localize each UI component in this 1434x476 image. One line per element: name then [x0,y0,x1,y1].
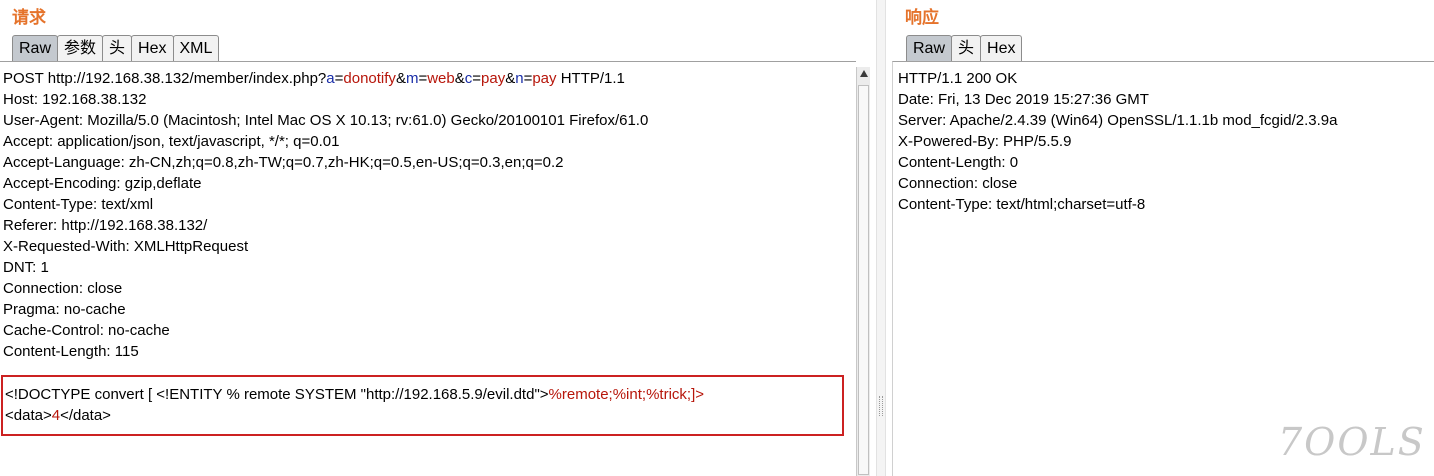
header-line: DNT: 1 [3,259,49,276]
response-editor[interactable]: HTTP/1.1 200 OK Date: Fri, 13 Dec 2019 1… [892,61,1434,476]
tab-hex[interactable]: Hex [980,35,1023,61]
request-pane: 请求 Raw 参数 头 Hex XML POST http://192.168.… [0,0,870,476]
scroll-thumb[interactable] [858,85,869,475]
pane-splitter[interactable] [876,0,886,476]
watermark-logo: 7OOLS [1278,418,1428,474]
tab-headers[interactable]: 头 [951,35,982,61]
header-line: Referer: http://192.168.38.132/ [3,217,208,234]
response-line: X-Powered-By: PHP/5.5.9 [898,133,1072,150]
scroll-up-arrow-icon[interactable] [859,69,869,79]
tab-xml[interactable]: XML [172,35,220,61]
response-line: Content-Type: text/html;charset=utf-8 [898,196,1146,213]
request-title: 请求 [12,8,46,28]
xml-doctype-line: <!DOCTYPE convert [ <!ENTITY % remote SY… [5,386,704,403]
response-line: Connection: close [898,175,1018,192]
tab-headers[interactable]: 头 [102,35,133,61]
tab-raw[interactable]: Raw [906,35,953,61]
response-line: Date: Fri, 13 Dec 2019 15:27:36 GMT [898,91,1149,108]
tab-raw[interactable]: Raw [12,35,59,61]
header-line: Accept-Encoding: gzip,deflate [3,175,202,192]
response-line: Server: Apache/2.4.39 (Win64) OpenSSL/1.… [898,112,1338,129]
splitter-grip-icon [879,396,883,416]
header-line: Accept: application/json, text/javascrip… [3,133,340,150]
response-tabs: Raw 头 Hex [906,35,1023,61]
response-pane: 响应 Raw 头 Hex HTTP/1.1 200 OK Date: Fri, … [892,0,1434,476]
watermark-text: 7OOLS [1278,420,1426,464]
xml-payload-highlight: <!DOCTYPE convert [ <!ENTITY % remote SY… [1,375,844,436]
tab-params[interactable]: 参数 [57,35,104,61]
request-scrollbar[interactable] [856,67,870,476]
tab-hex[interactable]: Hex [131,35,174,61]
header-line: Connection: close [3,280,123,297]
xml-data-line: <data>4</data> [5,407,111,424]
response-line: HTTP/1.1 200 OK [898,70,1018,87]
header-line: User-Agent: Mozilla/5.0 (Macintosh; Inte… [3,112,649,129]
header-line: Cache-Control: no-cache [3,322,170,339]
response-title: 响应 [905,8,939,28]
request-line: POST http://192.168.38.132/member/index.… [3,70,625,87]
header-line: Host: 192.168.38.132 [3,91,147,108]
request-tabs: Raw 参数 头 Hex XML [12,35,220,61]
header-line: Content-Type: text/xml [3,196,154,213]
request-editor[interactable]: POST http://192.168.38.132/member/index.… [0,61,856,476]
header-line: Content-Length: 115 [3,343,139,360]
header-line: Accept-Language: zh-CN,zh;q=0.8,zh-TW;q=… [3,154,564,171]
header-line: X-Requested-With: XMLHttpRequest [3,238,249,255]
header-line: Pragma: no-cache [3,301,126,318]
response-line: Content-Length: 0 [898,154,1019,171]
